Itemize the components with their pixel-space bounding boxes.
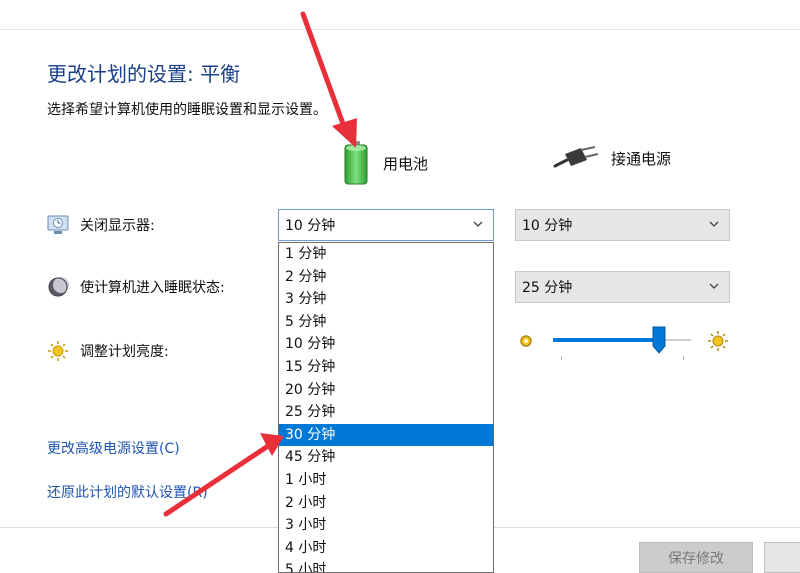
dropdown-option[interactable]: 20 分钟 <box>279 379 493 402</box>
dropdown-option[interactable]: 1 小时 <box>279 469 493 492</box>
page-subtitle: 选择希望计算机使用的睡眠设置和显示设置。 <box>47 102 327 118</box>
brightness-label: 调整计划亮度: <box>80 344 169 360</box>
save-changes-button[interactable]: 保存修改 <box>639 542 753 573</box>
display-off-plugged-select[interactable]: 10 分钟 <box>515 209 730 241</box>
moon-icon <box>46 275 70 299</box>
brightness-low-icon <box>519 333 533 352</box>
restore-defaults-link[interactable]: 还原此计划的默认设置(R) <box>47 482 208 502</box>
monitor-icon <box>46 213 70 237</box>
plug-icon <box>553 146 599 170</box>
dropdown-option[interactable]: 45 分钟 <box>279 446 493 469</box>
page-title: 更改计划的设置: 平衡 <box>47 62 241 86</box>
battery-column-label: 用电池 <box>383 154 429 173</box>
sleep-label: 使计算机进入睡眠状态: <box>80 280 225 296</box>
dropdown-option[interactable]: 3 分钟 <box>279 288 493 311</box>
display-off-row-label: 关闭显示器: <box>46 213 155 237</box>
chevron-down-icon <box>709 221 719 227</box>
dropdown-option[interactable]: 15 分钟 <box>279 356 493 379</box>
dropdown-option[interactable]: 5 小时 <box>279 559 493 572</box>
dropdown-option[interactable]: 1 分钟 <box>279 243 493 266</box>
display-off-plugged-value: 10 分钟 <box>522 218 573 234</box>
cancel-button[interactable] <box>764 542 800 573</box>
display-off-label: 关闭显示器: <box>80 218 155 234</box>
chevron-down-icon <box>473 221 483 227</box>
display-off-battery-dropdown-list[interactable]: 1 分钟 2 分钟 3 分钟 5 分钟 10 分钟 15 分钟 20 分钟 25 分钟 30 分… <box>278 242 494 573</box>
display-off-battery-select[interactable]: 10 分钟 <box>278 209 494 241</box>
dropdown-option[interactable]: 2 小时 <box>279 492 493 515</box>
sun-icon <box>46 339 70 363</box>
plugged-column-header: 接通电源 <box>553 146 671 170</box>
slider-tick <box>683 356 684 360</box>
dropdown-option[interactable]: 30 分钟 <box>279 423 493 447</box>
dropdown-option[interactable]: 25 分钟 <box>279 401 493 424</box>
top-divider <box>0 29 800 30</box>
dropdown-option[interactable]: 10 分钟 <box>279 333 493 356</box>
brightness-slider-thumb[interactable] <box>652 326 666 354</box>
display-off-battery-value: 10 分钟 <box>285 218 336 234</box>
sleep-plugged-select[interactable]: 25 分钟 <box>515 271 730 303</box>
advanced-power-settings-link[interactable]: 更改高级电源设置(C) <box>47 438 180 458</box>
dropdown-option[interactable]: 5 分钟 <box>279 311 493 334</box>
slider-tick <box>561 356 562 360</box>
brightness-high-icon <box>707 330 729 356</box>
sleep-plugged-value: 25 分钟 <box>522 280 573 296</box>
chevron-down-icon <box>709 283 719 289</box>
dropdown-option[interactable]: 4 小时 <box>279 537 493 560</box>
battery-column-header: 用电池 <box>343 140 428 186</box>
dropdown-option[interactable]: 3 小时 <box>279 514 493 537</box>
dropdown-option[interactable]: 2 分钟 <box>279 266 493 289</box>
battery-icon <box>343 140 369 186</box>
sleep-row-label: 使计算机进入睡眠状态: <box>46 275 225 299</box>
plugged-column-label: 接通电源 <box>611 149 672 168</box>
brightness-row-label: 调整计划亮度: <box>46 339 169 363</box>
brightness-slider-fill <box>553 338 660 342</box>
